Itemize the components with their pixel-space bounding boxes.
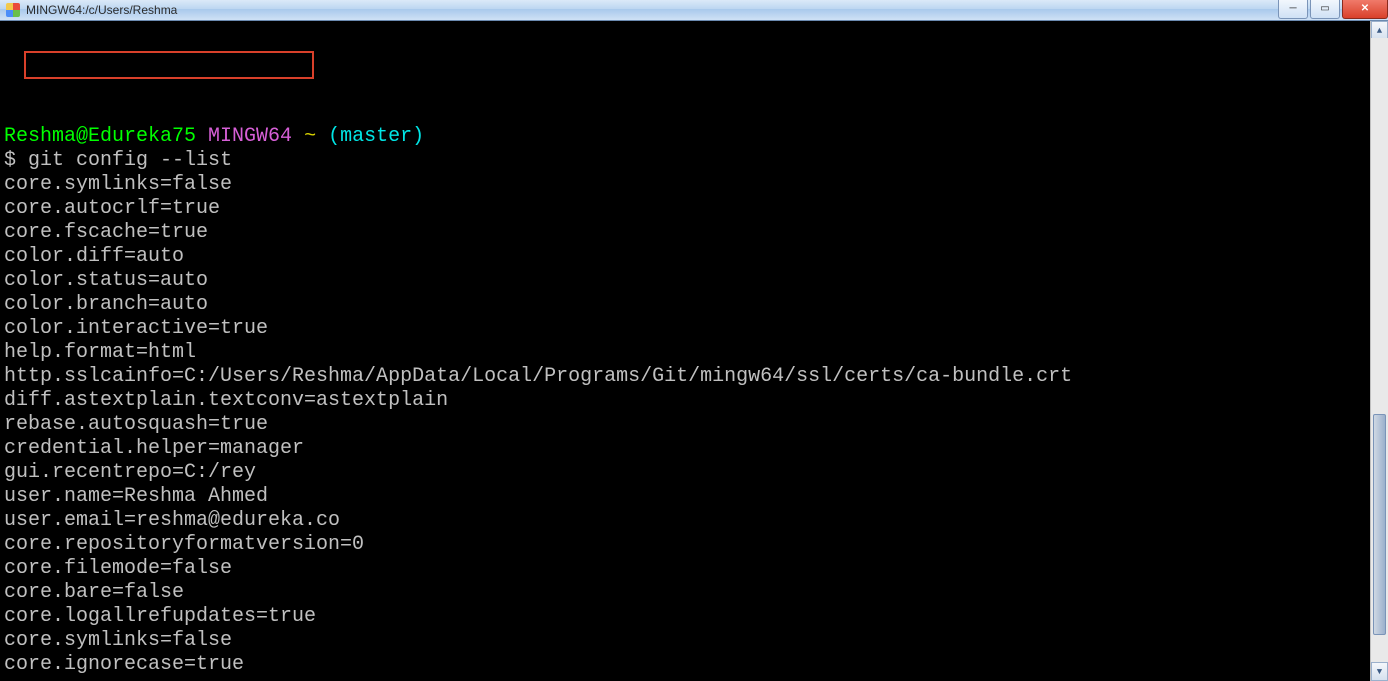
prompt-user: Reshma@Edureka75 xyxy=(4,125,196,148)
output-line: http.sslcainfo=C:/Users/Reshma/AppData/L… xyxy=(4,365,1388,389)
close-icon: ✕ xyxy=(1361,4,1369,14)
output-line: core.logallrefupdates=true xyxy=(4,605,1388,629)
output-line: core.bare=false xyxy=(4,581,1388,605)
maximize-button[interactable]: ▭ xyxy=(1310,0,1340,19)
vertical-scrollbar[interactable]: ▲ ▼ xyxy=(1370,21,1388,681)
output-line: color.diff=auto xyxy=(4,245,1388,269)
chevron-up-icon: ▲ xyxy=(1377,26,1382,36)
output-line: user.name=Reshma Ahmed xyxy=(4,485,1388,509)
prompt-dollar: $ xyxy=(4,149,16,172)
output-line: user.email=reshma@edureka.co xyxy=(4,509,1388,533)
output-line: credential.helper=manager xyxy=(4,437,1388,461)
close-button[interactable]: ✕ xyxy=(1342,0,1388,19)
output-line: rebase.autosquash=true xyxy=(4,413,1388,437)
output-line: core.autocrlf=true xyxy=(4,197,1388,221)
window-titlebar: MINGW64:/c/Users/Reshma ─ ▭ ✕ xyxy=(0,0,1388,21)
scroll-thumb[interactable] xyxy=(1373,414,1386,635)
prompt-tilde: ~ xyxy=(304,125,316,148)
app-icon xyxy=(6,3,20,17)
chevron-down-icon: ▼ xyxy=(1377,667,1382,677)
output-line: core.repositoryformatversion=0 xyxy=(4,533,1388,557)
minimize-button[interactable]: ─ xyxy=(1278,0,1308,19)
prompt-host: MINGW64 xyxy=(208,125,292,148)
window-controls: ─ ▭ ✕ xyxy=(1278,0,1388,20)
minimize-icon: ─ xyxy=(1289,4,1296,14)
output-line: color.branch=auto xyxy=(4,293,1388,317)
maximize-icon: ▭ xyxy=(1320,4,1329,14)
output-line: core.filemode=false xyxy=(4,557,1388,581)
prompt-line-1: Reshma@Edureka75 MINGW64 ~ (master) xyxy=(4,125,1388,149)
output-line: core.symlinks=false xyxy=(4,173,1388,197)
output-line: core.symlinks=false xyxy=(4,629,1388,653)
output-line: help.format=html xyxy=(4,341,1388,365)
prompt-branch: (master) xyxy=(328,125,424,148)
output-line: gui.recentrepo=C:/rey xyxy=(4,461,1388,485)
scroll-track[interactable] xyxy=(1371,38,1388,664)
output-line: core.ignorecase=true xyxy=(4,653,1388,677)
blank-line xyxy=(4,677,1388,681)
terminal[interactable]: Reshma@Edureka75 MINGW64 ~ (master)$ git… xyxy=(0,21,1388,681)
command-highlight-box xyxy=(24,51,314,79)
titlebar-left: MINGW64:/c/Users/Reshma xyxy=(0,3,177,17)
output-line: color.status=auto xyxy=(4,269,1388,293)
typed-command: git config --list xyxy=(28,149,232,172)
output-line: diff.astextplain.textconv=astextplain xyxy=(4,389,1388,413)
window-title: MINGW64:/c/Users/Reshma xyxy=(26,3,177,17)
scroll-down-button[interactable]: ▼ xyxy=(1371,662,1388,681)
command-line: $ git config --list xyxy=(4,149,1388,173)
output-line: core.fscache=true xyxy=(4,221,1388,245)
output-line: color.interactive=true xyxy=(4,317,1388,341)
